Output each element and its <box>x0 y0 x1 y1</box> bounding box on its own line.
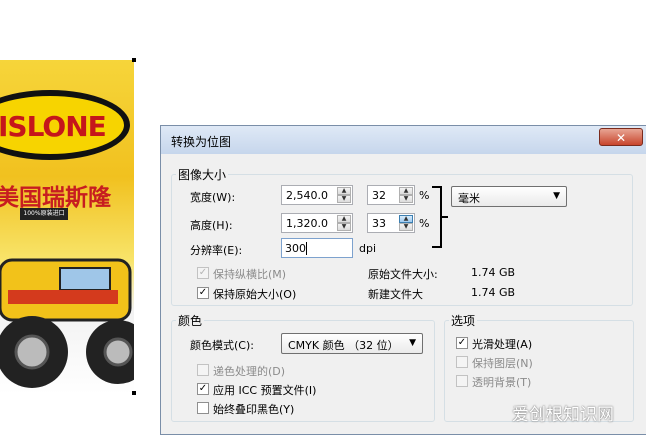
check-icon: ✓ <box>198 383 208 394</box>
height-spinbox[interactable]: 1,320.0 ▲ ▼ <box>281 213 353 233</box>
close-button[interactable]: ✕ <box>599 128 643 146</box>
chevron-down-icon: ▼ <box>553 191 560 201</box>
color-mode-value: CMYK 颜色 （32 位） <box>288 339 399 352</box>
transparent-background-label: 透明背景(T) <box>472 376 532 389</box>
width-percent-down-icon[interactable]: ▼ <box>399 195 413 203</box>
watermark-text: 爱创根知识网 <box>512 405 614 425</box>
keep-ratio-label: 保持纵横比(M) <box>213 268 287 281</box>
smooth-checkbox[interactable]: ✓ <box>456 337 468 349</box>
width-spinbox[interactable]: 2,540.0 ▲ ▼ <box>281 185 353 205</box>
dither-checkbox[interactable] <box>197 364 209 376</box>
width-percent-value: 32 <box>372 189 386 202</box>
dither-label: 递色处理的(D) <box>213 365 286 378</box>
apply-icc-checkbox[interactable]: ✓ <box>197 383 209 395</box>
apply-icc-label: 应用 ICC 预置文件(I) <box>213 384 317 397</box>
transparent-background-checkbox[interactable] <box>456 375 468 387</box>
brand-logo-text: ISLONE <box>0 110 107 143</box>
selection-handle[interactable] <box>132 391 136 395</box>
options-legend: 选项 <box>451 314 476 328</box>
monster-truck-illustration <box>0 258 134 388</box>
unit-value: 毫米 <box>458 192 480 205</box>
link-bracket-icon <box>432 186 442 248</box>
resolution-label: 分辨率(E): <box>190 244 243 257</box>
import-badge: 100%原装进口 <box>20 208 68 220</box>
width-percent-symbol: % <box>419 189 430 202</box>
overprint-black-label: 始终叠印黑色(Y) <box>213 403 295 416</box>
height-spin-down-icon[interactable]: ▼ <box>337 223 351 231</box>
height-percent-spinbox[interactable]: 33 ▲ ▼ <box>367 213 415 233</box>
new-file-size-value: 1.74 GB <box>471 286 516 299</box>
height-percent-down-icon[interactable]: ▼ <box>399 223 413 231</box>
height-spin-up-icon[interactable]: ▲ <box>337 215 351 223</box>
keep-original-size-label: 保持原始大小(O) <box>213 288 297 301</box>
unit-dropdown[interactable]: 毫米 ▼ <box>451 186 567 207</box>
image-size-legend: 图像大小 <box>178 168 227 182</box>
color-group: 颜色 <box>171 312 435 422</box>
width-label: 宽度(W): <box>190 191 236 204</box>
resolution-value: 300 <box>285 242 306 255</box>
selection-handle[interactable] <box>132 58 136 62</box>
keep-ratio-checkbox[interactable]: ✓ <box>197 267 209 279</box>
overprint-black-checkbox[interactable] <box>197 402 209 414</box>
height-percent-value: 33 <box>372 217 386 230</box>
keep-layers-label: 保持图层(N) <box>472 357 533 370</box>
dialog-title: 转换为位图 <box>171 135 232 149</box>
close-icon: ✕ <box>615 131 627 145</box>
width-spin-up-icon[interactable]: ▲ <box>337 187 351 195</box>
keep-original-size-checkbox[interactable]: ✓ <box>197 287 209 299</box>
convert-to-bitmap-dialog: 转换为位图 ✕ 图像大小 宽度(W): 2,540.0 ▲ ▼ 32 ▲ ▼ % 毫… <box>160 125 646 435</box>
color-legend: 颜色 <box>178 314 203 328</box>
original-file-size-label: 原始文件大小: <box>368 268 438 281</box>
chevron-down-icon: ▼ <box>409 338 416 348</box>
height-percent-symbol: % <box>419 217 430 230</box>
resolution-unit: dpi <box>359 242 377 255</box>
check-icon: ✓ <box>457 337 467 348</box>
brand-chinese-name: 美国瑞斯隆 <box>0 185 111 211</box>
dialog-titlebar[interactable]: 转换为位图 ✕ <box>161 126 646 154</box>
link-bracket-tick <box>442 216 448 218</box>
check-icon: ✓ <box>198 287 208 298</box>
check-icon: ✓ <box>198 267 208 278</box>
color-mode-dropdown[interactable]: CMYK 颜色 （32 位） ▼ <box>281 333 423 354</box>
original-file-size-value: 1.74 GB <box>471 266 516 279</box>
new-file-size-label: 新建文件大 <box>368 288 423 301</box>
width-percent-up-icon[interactable]: ▲ <box>399 187 413 195</box>
resolution-input[interactable]: 300 <box>281 238 353 258</box>
width-value: 2,540.0 <box>286 189 328 202</box>
width-percent-spinbox[interactable]: 32 ▲ ▼ <box>367 185 415 205</box>
text-cursor <box>306 242 307 255</box>
height-label: 高度(H): <box>190 219 233 232</box>
keep-layers-checkbox[interactable] <box>456 356 468 368</box>
color-mode-label: 颜色模式(C): <box>190 339 254 352</box>
product-image[interactable]: ISLONE 美国瑞斯隆 100%原装进口 <box>0 60 134 394</box>
height-value: 1,320.0 <box>286 217 328 230</box>
width-spin-down-icon[interactable]: ▼ <box>337 195 351 203</box>
smooth-label: 光滑处理(A) <box>472 338 533 351</box>
height-percent-up-icon[interactable]: ▲ <box>399 215 413 223</box>
